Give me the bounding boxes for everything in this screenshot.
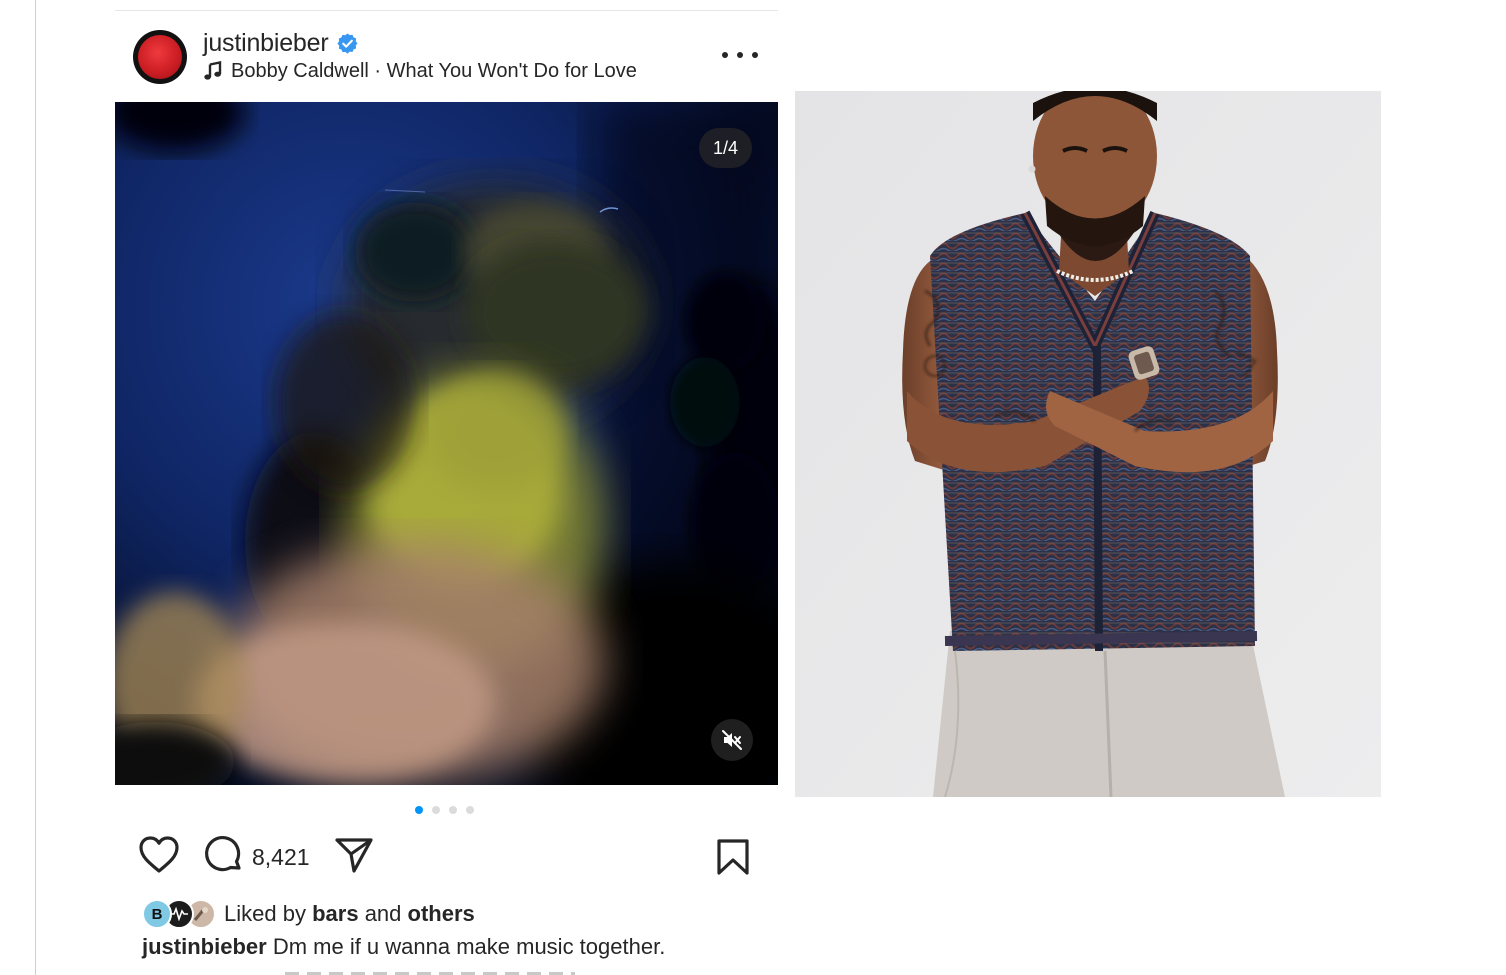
screenshot-canvas: justinbieber Bobby Caldwell · What You W…: [0, 0, 1506, 975]
username-link[interactable]: justinbieber: [203, 29, 329, 58]
music-note-icon: [203, 61, 223, 81]
comment-count: 8,421: [252, 843, 310, 870]
liker-avatar-bars: B: [142, 899, 172, 929]
muted-speaker-icon: [722, 730, 742, 750]
portrait-image: [795, 91, 1381, 797]
media-counter-badge: 1/4: [698, 128, 752, 168]
liked-by-row[interactable]: B Liked by bars and others: [142, 898, 475, 930]
share-icon[interactable]: [334, 836, 374, 879]
carousel-dot[interactable]: [449, 806, 457, 814]
audio-track-link[interactable]: Bobby Caldwell · What You Won't Do for L…: [203, 58, 637, 84]
post-action-bar: 8,421: [138, 835, 374, 880]
carousel-dot[interactable]: [432, 806, 440, 814]
carousel-dot[interactable]: [415, 806, 423, 814]
clipped-text-line: [285, 968, 575, 975]
caption-text: Dm me if u wanna make music together.: [272, 934, 666, 959]
left-divider: [35, 0, 36, 975]
post-header-user: justinbieber: [203, 28, 359, 58]
carousel-indicator: [415, 806, 474, 814]
liked-by-user[interactable]: bars: [312, 901, 358, 927]
portrait-photo: [795, 91, 1381, 797]
top-divider: [115, 10, 778, 11]
caption-username[interactable]: justinbieber: [142, 934, 267, 959]
heart-icon[interactable]: [138, 835, 180, 880]
mute-toggle-button[interactable]: [711, 719, 753, 761]
liker-avatars: B: [142, 899, 218, 929]
verified-badge-icon: [336, 32, 359, 55]
bookmark-icon[interactable]: [716, 838, 750, 881]
liked-by-prefix: Liked by: [224, 901, 306, 926]
post-media-carousel[interactable]: 1/4: [115, 102, 778, 785]
post-media-image: [115, 102, 778, 785]
liked-by-others[interactable]: others: [408, 901, 475, 927]
profile-avatar[interactable]: [133, 30, 187, 84]
avatar-image: [138, 35, 182, 79]
comment-icon[interactable]: [204, 835, 244, 880]
audio-track-label: Bobby Caldwell · What You Won't Do for L…: [231, 59, 637, 82]
carousel-dot[interactable]: [466, 806, 474, 814]
liked-by-joiner: and: [364, 901, 402, 926]
post-caption: justinbieber Dm me if u wanna make music…: [142, 934, 665, 964]
more-options-icon[interactable]: [722, 44, 758, 66]
